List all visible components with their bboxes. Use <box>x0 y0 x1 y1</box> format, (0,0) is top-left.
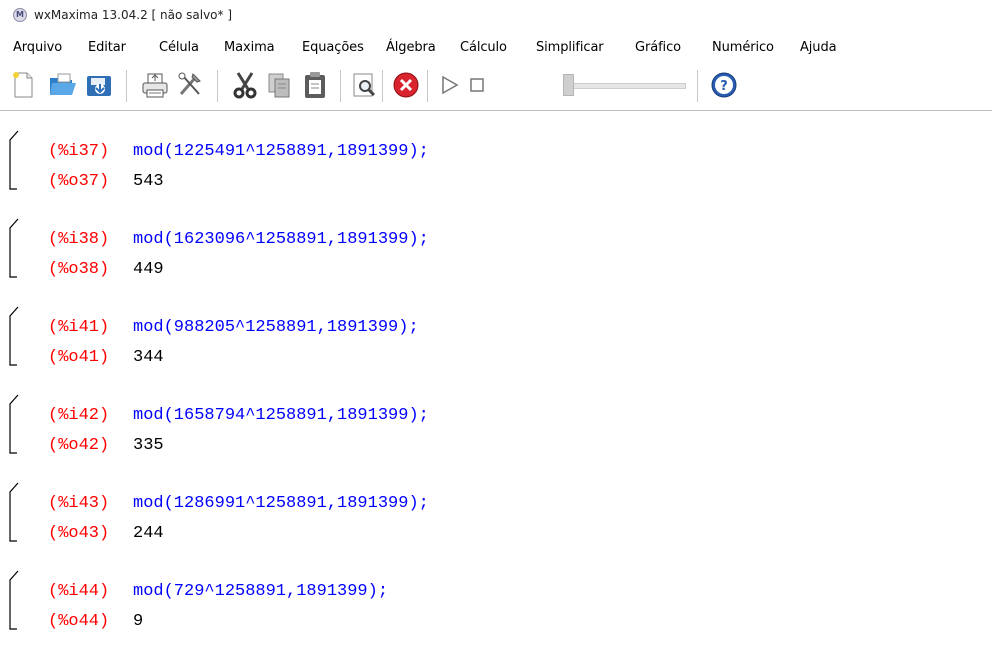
input-label: (%i42) <box>48 406 110 425</box>
output-value: 9 <box>133 612 144 631</box>
input-label: (%i38) <box>48 230 110 249</box>
output-label: (%o44) <box>48 612 110 631</box>
menu-simplificar[interactable]: Simplificar <box>536 40 604 55</box>
toolbar-separator <box>126 70 127 102</box>
input-expression[interactable]: mod(1658794^1258891,1891399); <box>133 406 429 425</box>
copy-icon[interactable] <box>266 70 292 100</box>
cell-group[interactable]: (%i42) mod(1658794^1258891,1891399); (%o… <box>0 386 992 474</box>
cell-bracket[interactable] <box>9 570 19 630</box>
menu-arquivo[interactable]: Arquivo <box>13 40 62 55</box>
cell-bracket[interactable] <box>9 394 19 454</box>
window-title: wxMaxima 13.04.2 [ não salvo* ] <box>34 8 233 22</box>
print-icon[interactable] <box>141 70 168 100</box>
help-icon[interactable]: ? <box>710 70 737 100</box>
output-value: 344 <box>133 348 164 367</box>
toolbar: ? <box>0 64 992 108</box>
cell-bracket[interactable] <box>9 306 19 366</box>
new-document-icon[interactable] <box>10 70 36 100</box>
interrupt-icon[interactable] <box>392 70 419 100</box>
preferences-icon[interactable] <box>175 70 201 100</box>
menu-maxima[interactable]: Maxima <box>224 40 275 55</box>
input-expression[interactable]: mod(729^1258891,1891399); <box>133 582 388 601</box>
open-folder-icon[interactable] <box>48 70 76 100</box>
cell-group[interactable]: (%i37) mod(1225491^1258891,1891399); (%o… <box>0 122 992 210</box>
toolbar-separator <box>697 70 698 102</box>
input-label: (%i44) <box>48 582 110 601</box>
cell-group[interactable]: (%i38) mod(1623096^1258891,1891399); (%o… <box>0 210 992 298</box>
cell-bracket[interactable] <box>9 218 19 278</box>
input-label: (%i37) <box>48 142 110 161</box>
menu-ajuda[interactable]: Ajuda <box>800 40 837 55</box>
slider-thumb[interactable] <box>563 74 574 96</box>
cell-bracket[interactable] <box>9 482 19 542</box>
output-value: 335 <box>133 436 164 455</box>
input-expression[interactable]: mod(988205^1258891,1891399); <box>133 318 419 337</box>
output-label: (%o37) <box>48 172 110 191</box>
paste-icon[interactable] <box>301 70 327 100</box>
output-label: (%o42) <box>48 436 110 455</box>
input-label: (%i41) <box>48 318 110 337</box>
cell-bracket[interactable] <box>9 130 19 190</box>
animation-slider[interactable] <box>560 72 690 100</box>
menu-celula[interactable]: Célula <box>159 40 199 55</box>
output-value: 244 <box>133 524 164 543</box>
output-value: 543 <box>133 172 164 191</box>
input-expression[interactable]: mod(1286991^1258891,1891399); <box>133 494 429 513</box>
slider-track <box>564 83 686 89</box>
output-label: (%o38) <box>48 260 110 279</box>
toolbar-separator <box>217 70 218 102</box>
menu-calculo[interactable]: Cálculo <box>460 40 507 55</box>
input-expression[interactable]: mod(1623096^1258891,1891399); <box>133 230 429 249</box>
menu-bar: Arquivo Editar Célula Maxima Equações Ál… <box>0 35 992 61</box>
toolbar-separator <box>382 70 383 102</box>
wxmaxima-logo-icon: M <box>13 8 27 22</box>
cell-group[interactable]: (%i41) mod(988205^1258891,1891399); (%o4… <box>0 298 992 386</box>
notebook[interactable]: (%i37) mod(1225491^1258891,1891399); (%o… <box>0 110 992 635</box>
menu-editar[interactable]: Editar <box>88 40 126 55</box>
input-label: (%i43) <box>48 494 110 513</box>
cell-group[interactable]: (%i43) mod(1286991^1258891,1891399); (%o… <box>0 474 992 562</box>
output-label: (%o41) <box>48 348 110 367</box>
toolbar-separator <box>427 70 428 102</box>
menu-grafico[interactable]: Gráfico <box>635 40 681 55</box>
menu-numerico[interactable]: Numérico <box>712 40 774 55</box>
toolbar-separator <box>340 70 341 102</box>
save-icon[interactable] <box>84 70 111 100</box>
menu-algebra[interactable]: Álgebra <box>386 40 436 55</box>
play-icon[interactable] <box>438 70 464 100</box>
stop-icon[interactable] <box>465 70 491 100</box>
menu-equacoes[interactable]: Equações <box>302 40 364 55</box>
cell-group[interactable]: (%i44) mod(729^1258891,1891399); (%o44) … <box>0 562 992 650</box>
svg-text:?: ? <box>720 79 728 94</box>
find-icon[interactable] <box>351 70 377 100</box>
title-bar: M wxMaxima 13.04.2 [ não salvo* ] <box>0 0 992 30</box>
input-expression[interactable]: mod(1225491^1258891,1891399); <box>133 142 429 161</box>
cut-icon[interactable] <box>230 70 257 100</box>
output-label: (%o43) <box>48 524 110 543</box>
output-value: 449 <box>133 260 164 279</box>
